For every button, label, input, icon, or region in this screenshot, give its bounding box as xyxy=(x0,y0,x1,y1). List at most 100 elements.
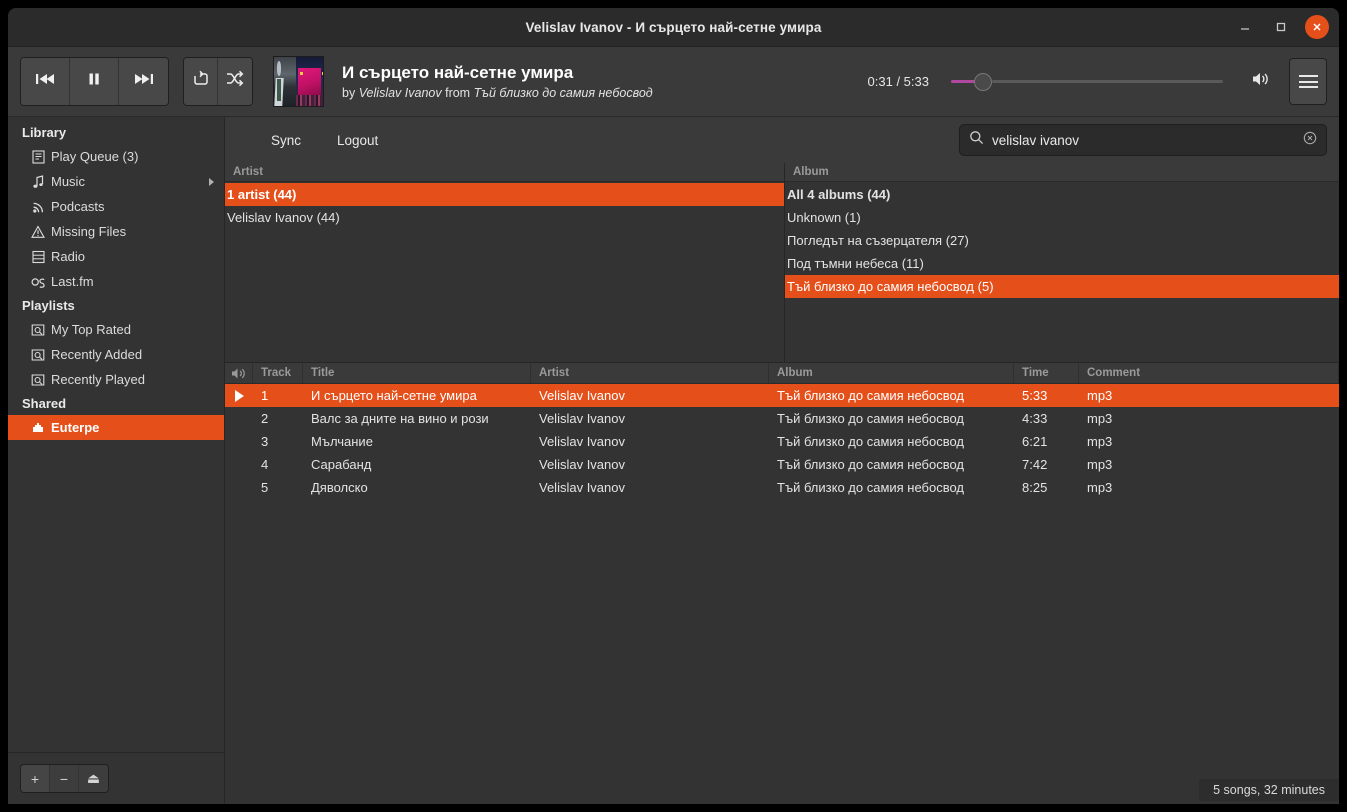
next-button[interactable] xyxy=(119,58,168,105)
sidebar-item-lastfm[interactable]: Last.fm xyxy=(8,269,224,294)
album-pane-header: Album xyxy=(785,163,1339,182)
album-pane-body[interactable]: All 4 albums (44) Unknown (1) Погледът н… xyxy=(785,182,1339,362)
cell-album: Тъй близко до самия небосвод xyxy=(777,388,965,403)
logout-button[interactable]: Logout xyxy=(319,127,396,154)
sidebar-item-recently-added[interactable]: Recently Added xyxy=(8,342,224,367)
sidebar-item-my-top-rated[interactable]: My Top Rated xyxy=(8,317,224,342)
from-label: from xyxy=(445,85,471,100)
cell-track: 3 xyxy=(261,434,269,449)
sidebar-section-library-header: Library xyxy=(22,125,67,140)
sidebar-item-label: Last.fm xyxy=(51,274,94,289)
column-header-album[interactable]: Album xyxy=(769,363,1014,383)
radio-icon xyxy=(30,250,46,264)
repeat-icon xyxy=(191,70,211,93)
shuffle-button[interactable] xyxy=(218,58,252,105)
cell-time: 4:33 xyxy=(1022,411,1048,426)
column-header-artist[interactable]: Artist xyxy=(531,363,769,383)
eject-button[interactable]: ⏏ xyxy=(79,765,108,792)
cell-album: Тъй близко до самия небосвод xyxy=(777,480,965,495)
volume-icon xyxy=(1251,71,1271,92)
cell-comment: mp3 xyxy=(1087,388,1113,403)
cell-time: 7:42 xyxy=(1022,457,1048,472)
share-icon xyxy=(30,421,46,435)
column-header-track[interactable]: Track xyxy=(253,363,303,383)
table-row[interactable]: 1 И сърцето най-сетне умира Velislav Iva… xyxy=(225,384,1339,407)
smart-playlist-icon xyxy=(30,323,46,337)
column-header-playing-icon[interactable] xyxy=(225,363,253,383)
artist-row-all[interactable]: 1 artist (44) xyxy=(225,183,784,206)
album-row[interactable]: Unknown (1) xyxy=(785,206,1339,229)
album-pane: Album All 4 albums (44) Unknown (1) Погл… xyxy=(785,163,1339,362)
remove-button[interactable]: − xyxy=(50,765,79,792)
track-list: Track Title Artist Album Time Comment 1 … xyxy=(225,363,1339,804)
repeat-button[interactable] xyxy=(184,58,218,105)
minimize-icon[interactable] xyxy=(1233,15,1257,39)
table-row[interactable]: 4 Сарабанд Velislav Ivanov Тъй близко до… xyxy=(225,453,1339,476)
search-box[interactable] xyxy=(959,124,1327,156)
by-label: by xyxy=(342,85,356,100)
maximize-icon[interactable] xyxy=(1269,15,1293,39)
sidebar-item-music[interactable]: Music xyxy=(8,169,224,194)
shuffle-icon xyxy=(225,70,245,93)
status-bar: 5 songs, 32 minutes xyxy=(225,775,1339,804)
chevron-right-icon[interactable] xyxy=(209,177,214,186)
album-row-all[interactable]: All 4 albums (44) xyxy=(785,183,1339,206)
pause-button[interactable] xyxy=(70,58,119,105)
sidebar-item-label: Play Queue (3) xyxy=(51,149,139,164)
sidebar-item-label: Euterpe xyxy=(51,420,100,435)
cell-artist: Velislav Ivanov xyxy=(539,388,625,403)
sidebar: Library Play Queue (3) Music Podcasts Mi… xyxy=(8,117,225,804)
warning-icon xyxy=(30,224,46,239)
sync-button[interactable]: Sync xyxy=(253,127,319,154)
search-icon xyxy=(969,130,984,150)
table-row[interactable]: 5 Дяволско Velislav Ivanov Тъй близко до… xyxy=(225,476,1339,499)
sidebar-footer: + − ⏏ xyxy=(8,752,224,804)
column-header-time[interactable]: Time xyxy=(1014,363,1079,383)
volume-button[interactable] xyxy=(1251,71,1271,92)
now-playing-subtitle: by Velislav Ivanov from Тъй близко до са… xyxy=(342,84,653,102)
sidebar-item-radio[interactable]: Radio xyxy=(8,244,224,269)
browser-panes: Artist 1 artist (44) Velislav Ivanov (44… xyxy=(225,163,1339,363)
clear-icon[interactable] xyxy=(1303,131,1317,150)
column-header-comment[interactable]: Comment xyxy=(1079,363,1339,383)
album-art-building xyxy=(297,67,321,96)
column-header-title[interactable]: Title xyxy=(303,363,531,383)
now-playing-album: Тъй близко до самия небосвод xyxy=(473,85,653,100)
cell-comment: mp3 xyxy=(1087,434,1113,449)
transport-controls xyxy=(20,57,169,106)
album-row[interactable]: Тъй близко до самия небосвод (5) xyxy=(785,275,1339,298)
sidebar-item-label: Missing Files xyxy=(51,224,127,239)
pause-icon xyxy=(86,72,102,91)
sidebar-item-recently-played[interactable]: Recently Played xyxy=(8,367,224,392)
album-row[interactable]: Под тъмни небеса (11) xyxy=(785,252,1339,275)
sidebar-item-label: Podcasts xyxy=(51,199,105,214)
seek-track xyxy=(991,80,1223,83)
hamburger-icon xyxy=(1298,72,1318,92)
sidebar-item-play-queue[interactable]: Play Queue (3) xyxy=(8,144,224,169)
album-row[interactable]: Погледът на съзерцателя (27) xyxy=(785,229,1339,252)
table-row[interactable]: 3 Мълчание Velislav Ivanov Тъй близко до… xyxy=(225,430,1339,453)
sidebar-item-missing-files[interactable]: Missing Files xyxy=(8,219,224,244)
main-menu-button[interactable] xyxy=(1289,58,1327,105)
now-playing-info: И сърцето най-сетне умира by Velislav Iv… xyxy=(342,62,653,102)
album-art-face xyxy=(276,60,282,76)
rss-icon xyxy=(30,200,46,214)
previous-button[interactable] xyxy=(21,58,70,105)
cell-album: Тъй близко до самия небосвод xyxy=(777,434,965,449)
seek-handle[interactable] xyxy=(973,72,992,91)
artist-pane-body[interactable]: 1 artist (44) Velislav Ivanov (44) xyxy=(225,182,784,362)
previous-icon xyxy=(34,72,56,91)
cell-comment: mp3 xyxy=(1087,457,1113,472)
artist-pane: Artist 1 artist (44) Velislav Ivanov (44… xyxy=(225,163,785,362)
close-icon[interactable] xyxy=(1305,15,1329,39)
track-list-rows: 1 И сърцето най-сетне умира Velislav Iva… xyxy=(225,384,1339,775)
table-row[interactable]: 2 Валс за дните на вино и рози Velislav … xyxy=(225,407,1339,430)
sidebar-item-euterpe[interactable]: Euterpe xyxy=(8,415,224,440)
sidebar-item-podcasts[interactable]: Podcasts xyxy=(8,194,224,219)
album-art-figure xyxy=(274,57,296,106)
add-button[interactable]: + xyxy=(21,765,50,792)
search-input[interactable] xyxy=(992,132,1295,148)
cell-time: 8:25 xyxy=(1022,480,1048,495)
artist-row[interactable]: Velislav Ivanov (44) xyxy=(225,206,784,229)
cell-title: Дяволско xyxy=(311,480,368,495)
